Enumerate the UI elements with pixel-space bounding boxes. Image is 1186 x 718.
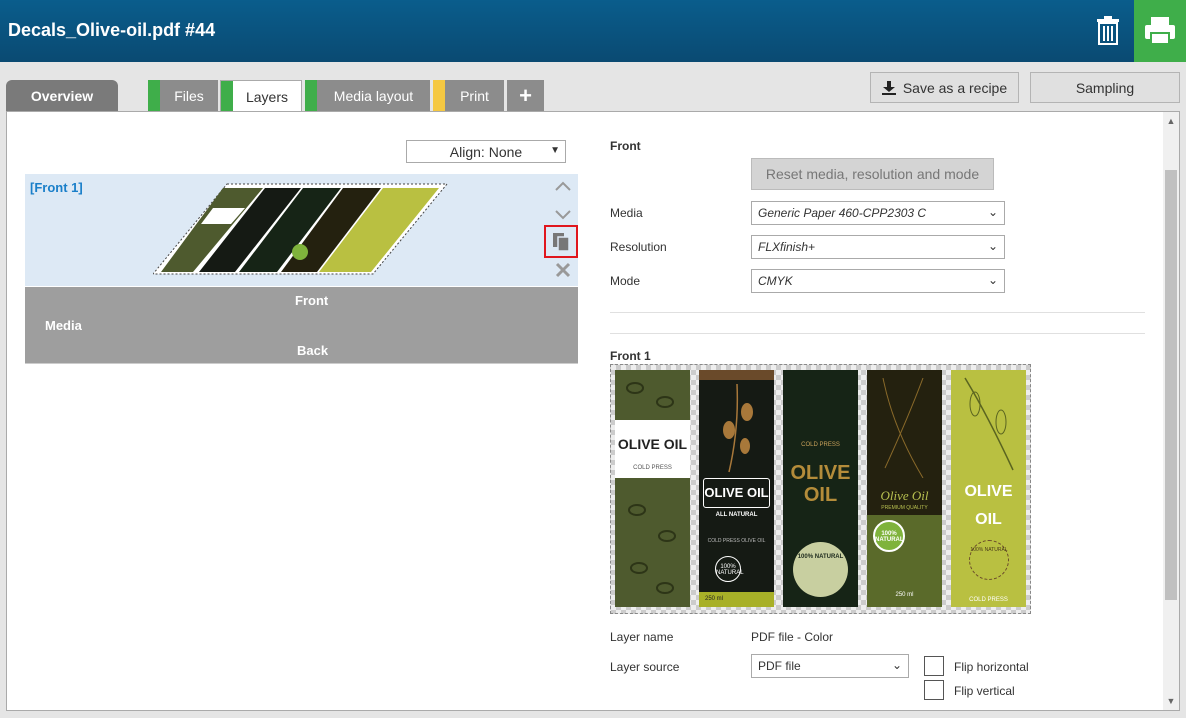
media-label: Media [610, 206, 643, 220]
olive-oil-label-2: OLIVE OIL ALL NATURAL COLD PRESS OLIVE O… [699, 370, 774, 607]
layer-card-front-1[interactable]: [Front 1] [25, 174, 578, 286]
print-button[interactable] [1134, 0, 1186, 62]
layer-source-label: Layer source [610, 660, 680, 674]
olive-oil-label-4: Olive Oil PREMIUM QUALITY 100% NATURAL 2… [867, 370, 942, 607]
flip-vertical-checkbox[interactable] [924, 680, 944, 700]
flip-vertical-label: Flip vertical [954, 684, 1015, 698]
media-row-label: Media [45, 318, 82, 333]
align-select[interactable]: Align: None ▼ [406, 140, 566, 163]
chevron-down-icon: ⌄ [987, 273, 998, 287]
layers-panel: Align: None ▼ [Front 1] Front Media Back… [6, 111, 1180, 711]
flip-horizontal-label: Flip horizontal [954, 660, 1029, 674]
resolution-label: Resolution [610, 240, 667, 254]
printer-icon [1145, 17, 1175, 45]
duplicate-layer-button[interactable] [544, 225, 578, 258]
layer-name-label: Layer name [610, 630, 674, 644]
save-recipe-button[interactable]: Save as a recipe [870, 72, 1019, 103]
delete-button[interactable] [1090, 12, 1126, 50]
olive-oil-label-5: OLIVE OIL 100% NATURAL COLD PRESS [951, 370, 1026, 607]
olive-branch-icon [964, 377, 1014, 471]
dropdown-arrow-icon: ▼ [550, 145, 560, 156]
remove-layer-icon[interactable] [552, 260, 574, 280]
move-down-icon[interactable] [552, 204, 574, 224]
plus-icon: + [519, 83, 532, 108]
add-tab-button[interactable]: + [507, 80, 544, 112]
scroll-down-icon[interactable]: ▼ [1163, 694, 1179, 708]
download-icon [881, 80, 896, 95]
olive-oil-label-3: COLD PRESS OLIVE OIL 100% NATURAL [783, 370, 858, 607]
layer-label: [Front 1] [30, 180, 83, 195]
divider [610, 333, 1145, 334]
olive-branch-icon [723, 384, 753, 473]
status-stripe [221, 81, 233, 113]
status-stripe [148, 80, 160, 112]
media-front-cell[interactable]: Front [295, 293, 328, 308]
job-title: Decals_Olive-oil.pdf #44 [8, 20, 216, 40]
reset-media-button[interactable]: Reset media, resolution and mode [751, 158, 994, 190]
olive-oil-label-1: OLIVE OIL COLD PRESS [615, 370, 690, 607]
trash-icon [1097, 16, 1119, 45]
layer-preview: OLIVE OIL COLD PRESS OLIVE OIL ALL NATUR… [610, 364, 1031, 614]
mode-label: Mode [610, 274, 641, 288]
mode-select[interactable]: CMYK ⌄ [751, 269, 1005, 293]
tab-layers[interactable]: Layers [220, 80, 302, 113]
scroll-up-icon[interactable]: ▲ [1163, 114, 1179, 128]
olive-pattern-icon [628, 504, 676, 594]
divider [25, 363, 578, 364]
layer-name-value: PDF file - Color [751, 630, 834, 644]
media-table: Front Media Back [25, 287, 578, 363]
olive-pattern-icon [626, 382, 674, 408]
chevron-down-icon: ⌄ [987, 239, 998, 253]
divider [610, 312, 1145, 313]
sampling-button[interactable]: Sampling [1030, 72, 1180, 103]
app-header: Decals_Olive-oil.pdf #44 [0, 0, 1186, 62]
front-section-title: Front [610, 139, 641, 153]
chevron-down-icon: ⌄ [987, 205, 998, 219]
status-stripe [433, 80, 445, 112]
leaf-pattern-icon [882, 378, 924, 478]
layer-source-select[interactable]: PDF file ⌄ [751, 654, 909, 678]
status-stripe [305, 80, 317, 112]
resolution-select[interactable]: FLXfinish+ ⌄ [751, 235, 1005, 259]
scrollbar[interactable]: ▲ ▼ [1163, 112, 1179, 710]
move-up-icon[interactable] [552, 176, 574, 196]
flip-horizontal-checkbox[interactable] [924, 656, 944, 676]
tab-media-layout[interactable]: Media layout [305, 80, 430, 112]
media-select[interactable]: Generic Paper 460-CPP2303 C ⌄ [751, 201, 1005, 225]
media-back-cell[interactable]: Back [297, 343, 328, 358]
tab-overview[interactable]: Overview [6, 80, 118, 112]
tab-files[interactable]: Files [148, 80, 218, 112]
front1-section-title: Front 1 [610, 349, 651, 363]
tab-print[interactable]: Print [433, 80, 504, 112]
duplicate-icon [553, 232, 570, 252]
scroll-thumb[interactable] [1165, 170, 1177, 600]
chevron-down-icon: ⌄ [891, 658, 902, 672]
layer-thumbnail [153, 183, 449, 275]
